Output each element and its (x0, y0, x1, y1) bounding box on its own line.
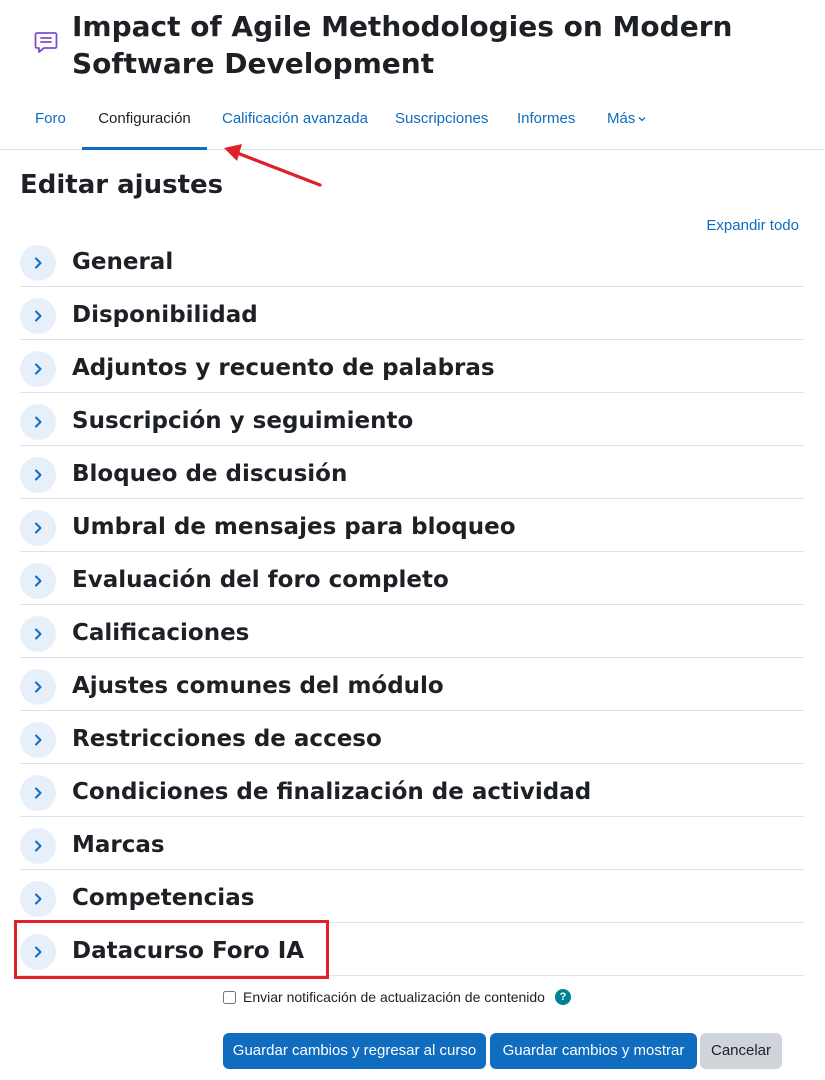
chevron-right-icon[interactable] (20, 351, 56, 387)
collapsible-section[interactable]: Calificaciones (20, 605, 804, 658)
chevron-right-icon[interactable] (20, 669, 56, 705)
expand-all-link[interactable]: Expandir todo (706, 217, 799, 234)
annotation-arrow (224, 144, 322, 187)
section-label[interactable]: Adjuntos y recuento de palabras (72, 350, 495, 386)
collapsible-section[interactable]: Suscripción y seguimiento (20, 393, 804, 446)
page-title: Impact of Agile Methodologies on Modern … (72, 10, 733, 80)
chevron-right-icon[interactable] (20, 722, 56, 758)
section-label[interactable]: Umbral de mensajes para bloqueo (72, 509, 516, 545)
chevron-right-icon[interactable] (20, 404, 56, 440)
collapsible-section[interactable]: General (20, 234, 804, 287)
section-label[interactable]: Restricciones de acceso (72, 721, 382, 757)
collapsible-section[interactable]: Marcas (20, 817, 804, 870)
collapsible-section[interactable]: Evaluación del foro completo (20, 552, 804, 605)
forum-icon (34, 32, 58, 53)
collapsible-section[interactable]: Competencias (20, 870, 804, 923)
collapsible-section[interactable]: Condiciones de finalización de actividad (20, 764, 804, 817)
section-label[interactable]: Competencias (72, 880, 254, 916)
page-header: Impact of Agile Methodologies on Modern … (0, 0, 825, 90)
edit-settings-heading: Editar ajustes (20, 170, 224, 200)
collapsible-section[interactable]: Bloqueo de discusión (20, 446, 804, 499)
tab-mas-label: Más (607, 110, 636, 127)
secondary-navigation: Foro Configuración Calificación avanzada… (0, 90, 825, 150)
chevron-right-icon[interactable] (20, 616, 56, 652)
chevron-right-icon[interactable] (20, 457, 56, 493)
section-label[interactable]: Evaluación del foro completo (72, 562, 449, 598)
section-label[interactable]: Ajustes comunes del módulo (72, 668, 444, 704)
chevron-right-icon[interactable] (20, 934, 56, 970)
section-label[interactable]: Bloqueo de discusión (72, 456, 347, 492)
section-label[interactable]: Calificaciones (72, 615, 249, 651)
tab-informes[interactable]: Informes (517, 90, 575, 150)
tab-foro[interactable]: Foro (35, 90, 66, 150)
settings-sections: General Disponibilidad Adjuntos y recuento… (20, 234, 804, 976)
notify-update-checkbox[interactable] (223, 990, 236, 1004)
chevron-right-icon[interactable] (20, 298, 56, 334)
tab-mas[interactable]: Más (607, 90, 647, 150)
chevron-right-icon[interactable] (20, 563, 56, 599)
section-label[interactable]: Datacurso Foro IA (72, 933, 304, 969)
notify-update-label[interactable]: Enviar notificación de actualización de … (243, 989, 545, 1005)
collapsible-section[interactable]: Datacurso Foro IA (20, 923, 804, 976)
collapsible-section[interactable]: Umbral de mensajes para bloqueo (20, 499, 804, 552)
section-label[interactable]: Suscripción y seguimiento (72, 403, 413, 439)
save-display-button[interactable]: Guardar cambios y mostrar (490, 1033, 697, 1069)
save-return-button[interactable]: Guardar cambios y regresar al curso (223, 1033, 486, 1069)
chevron-right-icon[interactable] (20, 828, 56, 864)
collapsible-section[interactable]: Restricciones de acceso (20, 711, 804, 764)
section-label[interactable]: Disponibilidad (72, 297, 258, 333)
chevron-right-icon[interactable] (20, 510, 56, 546)
cancel-button[interactable]: Cancelar (700, 1033, 782, 1069)
tab-suscripciones[interactable]: Suscripciones (395, 90, 488, 150)
section-label[interactable]: Condiciones de finalización de actividad (72, 774, 591, 810)
tab-configuracion[interactable]: Configuración (82, 90, 207, 150)
collapsible-section[interactable]: Disponibilidad (20, 287, 804, 340)
chevron-right-icon[interactable] (20, 245, 56, 281)
notify-update-row: Enviar notificación de actualización de … (223, 987, 571, 1007)
collapsible-section[interactable]: Ajustes comunes del módulo (20, 658, 804, 711)
chevron-down-icon (638, 117, 646, 122)
chevron-right-icon[interactable] (20, 881, 56, 917)
help-icon[interactable]: ? (554, 989, 571, 1005)
chevron-right-icon[interactable] (20, 775, 56, 811)
section-label[interactable]: General (72, 244, 173, 280)
collapsible-section[interactable]: Adjuntos y recuento de palabras (20, 340, 804, 393)
section-label[interactable]: Marcas (72, 827, 165, 863)
